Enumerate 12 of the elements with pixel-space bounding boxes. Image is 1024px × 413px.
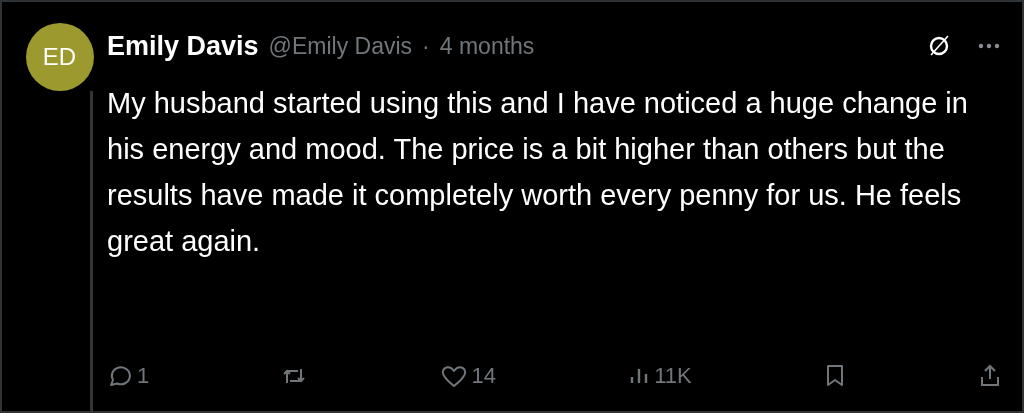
reply-count: 1 [137, 363, 150, 389]
post-text: My husband started using this and I have noticed a huge change in his energy and mood. The price is a bit higher than others but the results have made it completely worth every penny for us. He feels great again. [107, 86, 969, 259]
author-handle[interactable]: @Emily Davis [268, 32, 413, 60]
views-count: 11K [654, 363, 692, 389]
comment-icon[interactable] [107, 363, 133, 389]
separator: · [422, 32, 430, 60]
avatar[interactable]: ED [25, 23, 94, 91]
heart-icon[interactable] [439, 363, 468, 389]
author-name[interactable]: Emily Davis [107, 30, 259, 62]
post-time[interactable]: 4 months [439, 32, 535, 60]
like-count: 14 [471, 363, 496, 389]
more-icon[interactable] [978, 43, 1000, 49]
